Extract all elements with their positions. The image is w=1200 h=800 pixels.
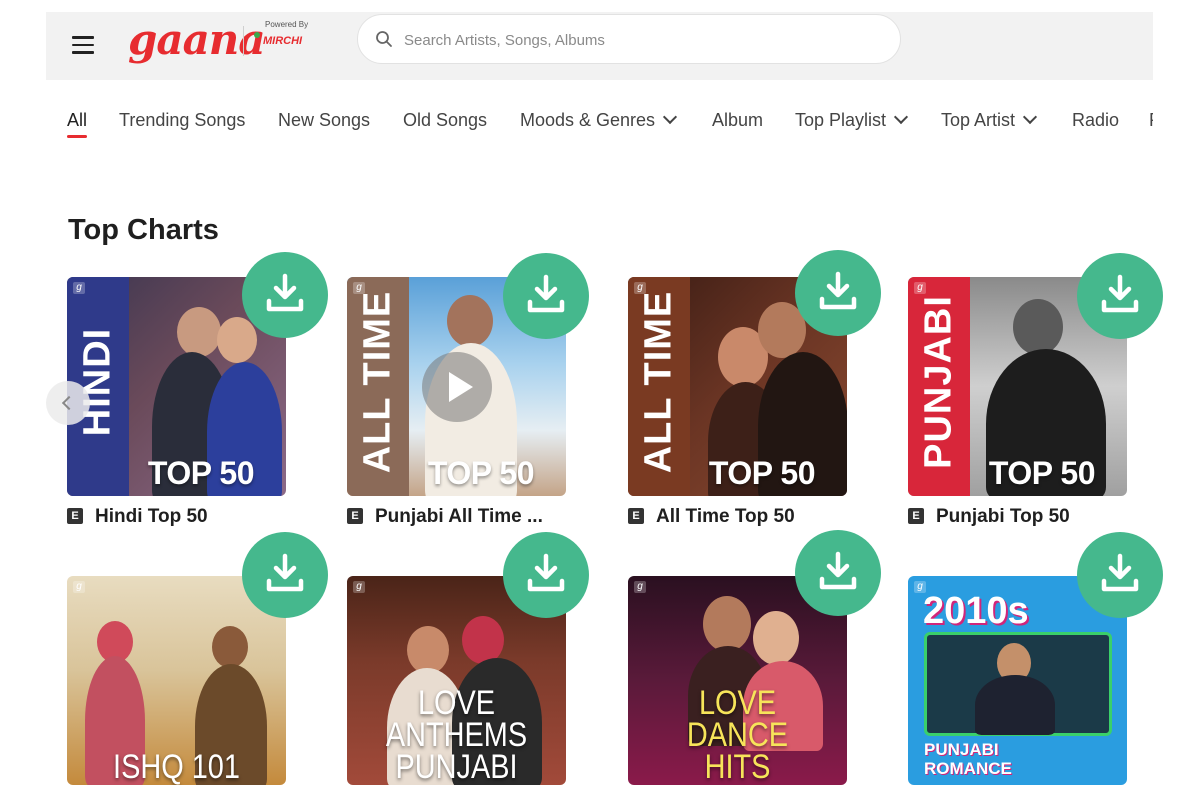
mirchi-dot-icon bbox=[254, 32, 260, 38]
cover-title-text: PUNJABI ROMANCE bbox=[924, 740, 1012, 778]
nav-item-new-songs[interactable]: New Songs bbox=[278, 108, 370, 132]
download-icon bbox=[527, 553, 565, 592]
download-button[interactable] bbox=[503, 532, 589, 618]
download-button[interactable] bbox=[795, 530, 881, 616]
nav-item-trending-songs[interactable]: Trending Songs bbox=[119, 108, 245, 132]
gaana-g-icon: g bbox=[353, 581, 365, 593]
cover-figure bbox=[217, 317, 257, 363]
card-label: E All Time Top 50 bbox=[628, 506, 858, 528]
cover-inset-frame bbox=[924, 632, 1112, 736]
card-title[interactable]: Punjabi All Time ... bbox=[375, 506, 543, 527]
card-label: E Hindi Top 50 bbox=[67, 506, 297, 528]
cover-band-text: PUNJABI bbox=[917, 295, 960, 470]
card-title[interactable]: Hindi Top 50 bbox=[95, 506, 208, 527]
nav-item-old-songs[interactable]: Old Songs bbox=[403, 108, 487, 132]
gaana-g-icon: g bbox=[914, 282, 926, 294]
powered-by-badge: Powered By MIRCHI bbox=[252, 20, 332, 60]
explicit-badge: E bbox=[67, 507, 83, 524]
cover-title-text: LOVE ANTHEMS PUNJABI bbox=[385, 684, 528, 785]
explicit-badge: E bbox=[347, 507, 363, 524]
download-icon bbox=[819, 551, 857, 590]
cover-figure bbox=[177, 307, 221, 357]
chevron-down-icon bbox=[1022, 109, 1038, 125]
cover-figure bbox=[1013, 299, 1063, 355]
download-button[interactable] bbox=[242, 252, 328, 338]
download-button[interactable] bbox=[795, 250, 881, 336]
nav-item-radio[interactable]: Radio bbox=[1072, 108, 1119, 132]
section-title: Top Charts bbox=[68, 214, 219, 246]
gaana-g-icon: g bbox=[353, 282, 365, 294]
cover-figure bbox=[447, 295, 493, 347]
cover-title-text: ISHQ 101 bbox=[113, 748, 240, 785]
download-icon bbox=[266, 553, 304, 592]
cover-figure bbox=[703, 596, 751, 652]
chevron-down-icon bbox=[662, 109, 678, 125]
carousel-prev-button[interactable] bbox=[46, 381, 90, 425]
card-title[interactable]: Punjabi Top 50 bbox=[936, 506, 1070, 527]
search-input[interactable] bbox=[402, 27, 866, 53]
download-button[interactable] bbox=[503, 253, 589, 339]
cover-top50-text: TOP 50 bbox=[708, 455, 816, 491]
cover-figure bbox=[407, 626, 449, 674]
nav-item-top-playlist[interactable]: Top Playlist bbox=[795, 108, 909, 132]
download-button[interactable] bbox=[1077, 253, 1163, 339]
download-icon bbox=[527, 274, 565, 313]
play-icon bbox=[449, 372, 473, 402]
card-title[interactable]: All Time Top 50 bbox=[656, 506, 795, 527]
gaana-g-icon: g bbox=[73, 581, 85, 593]
card-label: E Punjabi All Time ... bbox=[347, 506, 577, 528]
download-button[interactable] bbox=[242, 532, 328, 618]
download-icon bbox=[266, 273, 304, 312]
hamburger-menu-icon[interactable] bbox=[72, 36, 94, 54]
nav-item-truncated[interactable]: P bbox=[1149, 108, 1153, 132]
card-label: E Punjabi Top 50 bbox=[908, 506, 1138, 528]
download-icon bbox=[1101, 553, 1139, 592]
gaana-g-icon: g bbox=[914, 581, 926, 593]
search-icon bbox=[376, 31, 392, 47]
gaana-g-icon: g bbox=[73, 282, 85, 294]
cover-band-text: ALL TIME bbox=[356, 290, 399, 474]
chevron-down-icon bbox=[893, 109, 909, 125]
cover-top50-text: TOP 50 bbox=[427, 455, 535, 491]
cover-band-text: HINDI bbox=[76, 327, 119, 437]
download-icon bbox=[1101, 274, 1139, 313]
gaana-logo[interactable]: gaana bbox=[128, 16, 266, 64]
powered-by-text: Powered By bbox=[265, 20, 309, 29]
cover-figure bbox=[753, 611, 799, 665]
nav-item-album[interactable]: Album bbox=[712, 108, 763, 132]
top-header: gaana Powered By MIRCHI bbox=[46, 12, 1153, 80]
download-icon bbox=[819, 271, 857, 310]
nav-item-all[interactable]: All bbox=[67, 108, 88, 138]
nav-item-moods-genres[interactable]: Moods & Genres bbox=[520, 108, 678, 132]
mirchi-logo-text: MIRCHI bbox=[263, 35, 303, 47]
chevron-left-icon bbox=[61, 395, 77, 411]
cover-top50-text: TOP 50 bbox=[147, 455, 255, 491]
logo-divider bbox=[243, 26, 244, 56]
cover-figure bbox=[462, 616, 504, 664]
explicit-badge: E bbox=[908, 507, 924, 524]
play-button[interactable] bbox=[422, 352, 492, 422]
playlist-cover[interactable]: g ISHQ 101 bbox=[67, 576, 286, 785]
cover-figure bbox=[212, 626, 248, 668]
cover-title-text: LOVE DANCE HITS bbox=[686, 684, 789, 785]
download-button[interactable] bbox=[1077, 532, 1163, 618]
search-bar[interactable] bbox=[357, 14, 901, 64]
nav-item-top-artist[interactable]: Top Artist bbox=[941, 108, 1038, 132]
cover-figure bbox=[975, 675, 1055, 735]
category-nav: All Trending Songs New Songs Old Songs M… bbox=[67, 108, 1153, 138]
cover-top50-text: TOP 50 bbox=[988, 455, 1096, 491]
cover-band-text: ALL TIME bbox=[637, 290, 680, 474]
explicit-badge: E bbox=[628, 507, 644, 524]
cover-decade-text: 2010s bbox=[923, 590, 1029, 632]
gaana-g-icon: g bbox=[634, 282, 646, 294]
gaana-g-icon: g bbox=[634, 581, 646, 593]
